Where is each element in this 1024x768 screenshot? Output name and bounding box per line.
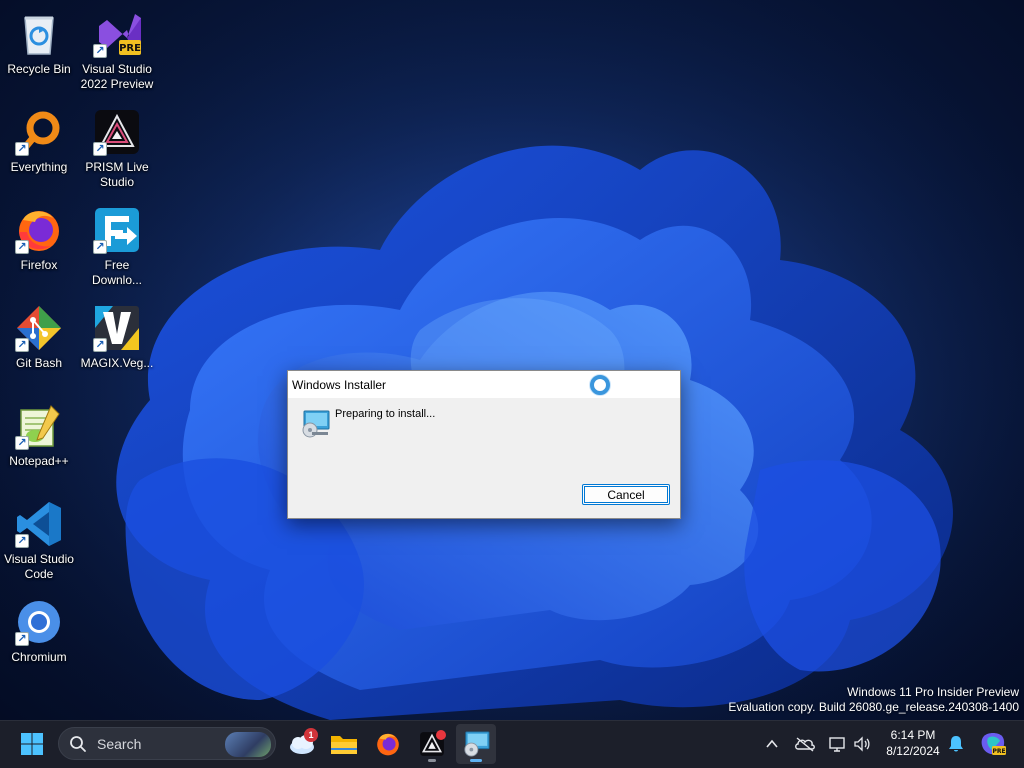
desktop-icon-visual-studio-code[interactable]: ↗ Visual Studio Code	[2, 494, 76, 582]
desktop-icon-recycle-bin[interactable]: Recycle Bin	[2, 4, 76, 77]
desktop-icon-everything[interactable]: ↗ Everything	[2, 102, 76, 175]
shortcut-arrow-icon: ↗	[93, 44, 107, 58]
onedrive-off-icon	[795, 737, 815, 752]
shortcut-arrow-icon: ↗	[15, 240, 29, 254]
notification-bell-icon	[949, 736, 963, 752]
taskbar-clock[interactable]: 6:14 PM 8/12/2024	[876, 727, 950, 759]
search-placeholder: Search	[97, 735, 142, 752]
desktop-icon-label: Visual Studio Code	[4, 552, 74, 581]
watermark-line-edition: Windows 11 Pro Insider Preview	[847, 685, 1019, 699]
watermark-line-build: Evaluation copy. Build 26080.ge_release.…	[728, 700, 1019, 714]
taskbar-firefox[interactable]	[368, 724, 408, 764]
tray-notifications[interactable]	[944, 720, 968, 768]
shortcut-arrow-icon: ↗	[15, 142, 29, 156]
tray-volume[interactable]	[850, 720, 874, 768]
shortcut-arrow-icon: ↗	[93, 338, 107, 352]
tray-onedrive[interactable]	[790, 720, 820, 768]
weather-notification-badge: 1	[304, 728, 318, 742]
desktop-icon-label: Chromium	[11, 650, 67, 664]
chevron-up-icon	[766, 739, 778, 748]
file-explorer-icon	[331, 736, 357, 754]
search-icon	[70, 735, 86, 752]
desktop-icon-label: Firefox	[20, 258, 58, 272]
windows-installer-icon	[302, 410, 330, 438]
network-icon	[829, 737, 845, 752]
start-icon	[21, 733, 43, 755]
taskbar-weather[interactable]: 1	[282, 724, 322, 764]
desktop-icon-label: Notepad++	[9, 454, 69, 468]
desktop-icon-visual-studio-2022-preview[interactable]: PRE ↗ Visual Studio 2022 Preview	[80, 4, 154, 92]
desktop-icon-chromium[interactable]: ↗ Chromium	[2, 592, 76, 665]
desktop-icon-notepad-plus-plus[interactable]: ↗ Notepad++	[2, 396, 76, 469]
shortcut-arrow-icon: ↗	[15, 534, 29, 548]
desktop-icon-label: Visual Studio 2022 Preview	[80, 62, 154, 91]
desktop-icon-free-download-manager[interactable]: ↗ Free Downlo...	[80, 200, 154, 288]
dialog-titlebar[interactable]: Windows Installer	[288, 371, 680, 398]
desktop: Recycle Bin PRE ↗ Visual Studio 2022 Pre…	[0, 0, 1024, 720]
search-highlight-image	[225, 732, 271, 757]
shortcut-arrow-icon: ↗	[93, 240, 107, 254]
desktop-icon-label: MAGIX.Veg...	[80, 356, 154, 370]
taskbar-prism-live-studio[interactable]	[412, 724, 452, 764]
desktop-icon-label: Git Bash	[15, 356, 63, 370]
shortcut-arrow-icon: ↗	[93, 142, 107, 156]
taskbar-file-explorer[interactable]	[324, 724, 364, 764]
taskbar-search-box[interactable]: Search	[58, 727, 276, 760]
windows-installer-dialog: Windows Installer Preparing to install..…	[287, 370, 681, 519]
dialog-title: Windows Installer	[292, 377, 387, 392]
desktop-icon-label: Free Downlo...	[91, 258, 143, 287]
shortcut-arrow-icon: ↗	[15, 338, 29, 352]
clock-time: 6:14 PM	[890, 728, 936, 742]
desktop-icon-firefox[interactable]: ↗ Firefox	[2, 200, 76, 273]
pre-badge: PRE	[119, 43, 141, 54]
busy-cursor-icon	[590, 375, 610, 395]
start-button[interactable]	[12, 724, 52, 764]
shortcut-arrow-icon: ↗	[15, 436, 29, 450]
desktop-icon-magix-vegas[interactable]: ↗ MAGIX.Veg...	[80, 298, 154, 371]
desktop-icon-label: Recycle Bin	[7, 62, 71, 76]
tray-copilot[interactable]: PRE	[978, 720, 1008, 768]
firefox-icon	[377, 733, 399, 756]
notification-dot	[436, 730, 446, 740]
dialog-body: Preparing to install... Cancel	[288, 398, 680, 518]
active-indicator	[470, 759, 482, 762]
desktop-icon-label: PRISM Live Studio	[85, 160, 149, 189]
shortcut-arrow-icon: ↗	[15, 632, 29, 646]
windows-installer-icon	[464, 731, 490, 757]
recycle-bin-icon	[24, 16, 54, 55]
desktop-icon-git-bash[interactable]: ↗ Git Bash	[2, 298, 76, 371]
dialog-message: Preparing to install...	[335, 408, 436, 420]
volume-icon	[854, 736, 870, 752]
clock-date: 8/12/2024	[886, 744, 940, 758]
copilot-pre-badge: PRE	[992, 748, 1005, 755]
windows-watermark: Windows 11 Pro Insider Preview Evaluatio…	[728, 685, 1019, 715]
tray-show-hidden-icons[interactable]	[760, 720, 784, 768]
desktop-icon-prism-live-studio[interactable]: ↗ PRISM Live Studio	[80, 102, 154, 190]
copilot-pre-icon: PRE	[981, 733, 1006, 755]
running-indicator	[428, 759, 436, 762]
cancel-button[interactable]: Cancel	[582, 484, 670, 505]
taskbar-windows-installer[interactable]	[456, 724, 496, 764]
tray-network[interactable]	[826, 720, 850, 768]
desktop-icon-label: Everything	[10, 160, 68, 174]
